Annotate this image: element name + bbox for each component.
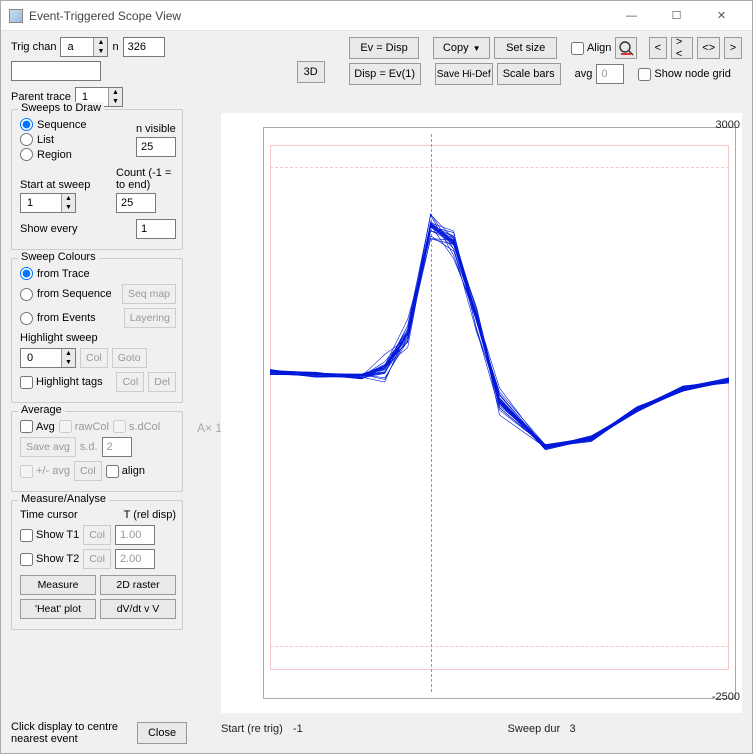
highlight-sweep-label: Highlight sweep bbox=[20, 332, 98, 344]
window-title: Event-Triggered Scope View bbox=[29, 9, 609, 23]
average-group: Average Avg rawCol s.dCol Save avg s.d. … bbox=[11, 411, 183, 492]
pm-avg-checkbox: +/- avg bbox=[20, 465, 70, 478]
ax-label: A× 1 bbox=[197, 421, 222, 435]
highlight-col-button: Col bbox=[80, 348, 108, 368]
align-checkbox[interactable]: Align bbox=[571, 42, 611, 55]
3d-button[interactable]: 3D bbox=[297, 61, 325, 83]
zoom-icon[interactable] bbox=[615, 37, 637, 59]
x-start-value: -1 bbox=[293, 723, 303, 735]
seq-radio[interactable]: Sequence bbox=[20, 118, 132, 131]
show-t1-checkbox[interactable]: Show T1 bbox=[20, 529, 79, 542]
spin-down-icon[interactable]: ▼ bbox=[93, 47, 107, 56]
highlight-spin[interactable]: ▲▼ bbox=[20, 348, 76, 368]
x-dur-value: 3 bbox=[570, 723, 576, 735]
measure-group: Measure/Analyse Time cursorT (rel disp) … bbox=[11, 500, 183, 630]
sd-input bbox=[102, 437, 132, 457]
start-at-spin[interactable]: ▲▼ bbox=[20, 193, 76, 213]
count-label: Count (-1 = to end) bbox=[116, 167, 176, 191]
minimize-button[interactable]: — bbox=[609, 2, 654, 30]
dvdt-button[interactable]: dV/dt v V bbox=[100, 599, 176, 619]
t-rel-label: T (rel disp) bbox=[124, 509, 176, 521]
y-max-label: 3000 bbox=[229, 119, 740, 131]
titlebar: Event-Triggered Scope View — ☐ ✕ bbox=[1, 1, 752, 31]
raster-button[interactable]: 2D raster bbox=[100, 575, 176, 595]
spin-up-icon[interactable]: ▲ bbox=[93, 38, 107, 47]
trig-chan-label: Trig chan bbox=[11, 41, 56, 53]
goto-button: Goto bbox=[112, 348, 147, 368]
avg-label: avg bbox=[575, 68, 593, 80]
footer-hint: Click display to centre nearest event bbox=[11, 721, 131, 745]
set-size-button[interactable]: Set size bbox=[494, 37, 557, 59]
scale-bars-button[interactable]: Scale bars bbox=[497, 63, 561, 85]
highlight-tags-checkbox[interactable]: Highlight tags bbox=[20, 376, 112, 389]
seq-map-button: Seq map bbox=[122, 284, 176, 304]
trig-chan-spin[interactable]: ▲▼ bbox=[60, 37, 108, 57]
t2-col-button: Col bbox=[83, 549, 111, 569]
from-trace-radio[interactable]: from Trace bbox=[20, 267, 90, 280]
nav-prev-button[interactable]: >< bbox=[671, 37, 694, 59]
copy-button[interactable]: Copy▼ bbox=[433, 37, 490, 59]
chart-box[interactable] bbox=[263, 127, 736, 699]
close-button[interactable]: Close bbox=[137, 722, 187, 744]
list-radio[interactable]: List bbox=[20, 133, 132, 146]
t2-input bbox=[115, 549, 155, 569]
plot-area[interactable]: A× 1 3000 -2500 Start (re trig) -1 bbox=[191, 103, 752, 753]
disp-ev-button[interactable]: Disp = Ev(1) bbox=[349, 63, 421, 85]
region-radio[interactable]: Region bbox=[20, 148, 132, 161]
show-every-label: Show every bbox=[20, 223, 132, 235]
from-events-radio[interactable]: from Events bbox=[20, 312, 120, 325]
t1-col-button: Col bbox=[83, 525, 111, 545]
sdcol-checkbox: s.dCol bbox=[113, 420, 160, 433]
ev-disp-button[interactable]: Ev = Disp bbox=[349, 37, 420, 59]
x-start-label: Start (re trig) bbox=[221, 723, 283, 735]
close-window-button[interactable]: ✕ bbox=[699, 2, 744, 30]
rawcol-checkbox: rawCol bbox=[59, 420, 109, 433]
del-button: Del bbox=[148, 372, 176, 392]
colours-group: Sweep Colours from Trace from SequenceSe… bbox=[11, 258, 183, 403]
t1-input bbox=[115, 525, 155, 545]
measure-button[interactable]: Measure bbox=[20, 575, 96, 595]
show-node-grid-checkbox[interactable]: Show node grid bbox=[638, 68, 730, 81]
show-every-input[interactable] bbox=[136, 219, 176, 239]
y-min-label: -2500 bbox=[225, 691, 740, 703]
pm-col-button: Col bbox=[74, 461, 102, 481]
n-label: n bbox=[112, 41, 118, 53]
avg-checkbox[interactable]: Avg bbox=[20, 420, 55, 433]
nav-link-button[interactable]: <> bbox=[697, 37, 720, 59]
count-input[interactable] bbox=[116, 193, 156, 213]
maximize-button[interactable]: ☐ bbox=[654, 2, 699, 30]
time-cursor-label: Time cursor bbox=[20, 509, 120, 521]
save-avg-button: Save avg bbox=[20, 437, 76, 457]
show-t2-checkbox[interactable]: Show T2 bbox=[20, 553, 79, 566]
sweeps-group: Sweeps to Draw Sequence List Region n vi… bbox=[11, 109, 183, 250]
save-hidef-button[interactable]: Save Hi-Def bbox=[435, 63, 493, 85]
layering-button: Layering bbox=[124, 308, 176, 328]
tags-col-button: Col bbox=[116, 372, 144, 392]
heat-button[interactable]: 'Heat' plot bbox=[20, 599, 96, 619]
n-input[interactable] bbox=[123, 37, 165, 57]
trig-chan-input[interactable] bbox=[65, 38, 93, 56]
sd-label: s.d. bbox=[80, 441, 98, 453]
app-icon bbox=[9, 9, 23, 23]
start-at-label: Start at sweep bbox=[20, 179, 112, 191]
avg-align-checkbox[interactable]: align bbox=[106, 465, 145, 478]
nav-first-button[interactable]: < bbox=[649, 37, 667, 59]
avg-display bbox=[596, 64, 624, 84]
x-dur-label: Sweep dur bbox=[508, 723, 561, 735]
dropdown-icon: ▼ bbox=[473, 44, 481, 53]
n-visible-display bbox=[136, 137, 176, 157]
nav-last-button[interactable]: > bbox=[724, 37, 742, 59]
from-seq-radio[interactable]: from Sequence bbox=[20, 288, 118, 301]
sweep-traces bbox=[270, 134, 729, 593]
n-visible-label: n visible bbox=[136, 123, 176, 135]
blank-input[interactable] bbox=[11, 61, 101, 81]
